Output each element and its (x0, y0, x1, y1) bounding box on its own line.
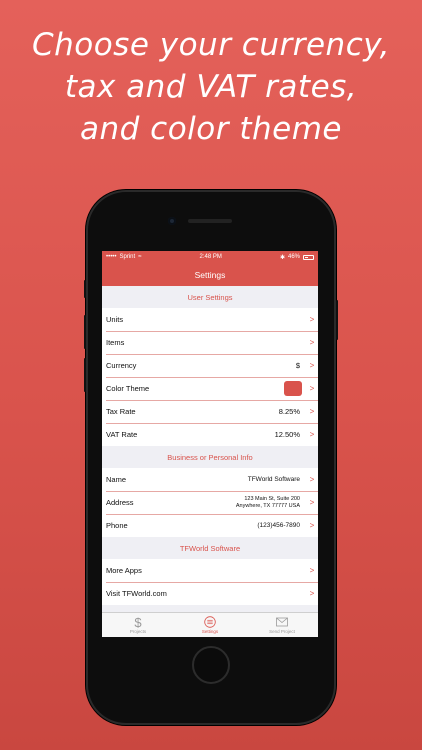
tax-rate-value: 8.25% (278, 407, 300, 416)
row-label: Visit TFWorld.com (106, 589, 167, 598)
row-label: Units (106, 315, 124, 324)
tab-label: Settings (201, 629, 219, 634)
address-line-1: 123 Main St, Suite 200 (244, 495, 300, 502)
items-row[interactable]: Items > (102, 331, 318, 354)
more-apps-row[interactable]: More Apps > (102, 559, 318, 582)
tab-send-project[interactable]: Send Project (246, 613, 318, 637)
front-camera (168, 217, 176, 225)
chevron-right-icon: > (309, 498, 315, 507)
units-row[interactable]: Units > (102, 308, 318, 331)
business-name-value: TFWorld Software (247, 476, 300, 483)
vat-rate-value: 12.50% (274, 430, 300, 439)
row-label: Color Theme (106, 384, 150, 393)
tax-rate-row[interactable]: Tax Rate 8.25% > (102, 400, 318, 423)
signal-icon: ••••• (106, 254, 117, 260)
list-icon (204, 616, 216, 628)
section-title: TFWorld Software (179, 543, 241, 553)
section-title: User Settings (187, 292, 233, 302)
mute-switch (84, 280, 86, 298)
headline-line-1: Choose your currency, (31, 27, 391, 63)
section-header-tfworld: TFWorld Software (102, 537, 318, 559)
tab-label: Projects (129, 629, 147, 634)
section-title: Business or Personal Info (167, 452, 253, 462)
row-label: More Apps (106, 566, 142, 575)
power-button (336, 300, 338, 340)
carrier-label: Sprint (119, 254, 136, 260)
chevron-right-icon: > (309, 521, 315, 530)
svg-text:$: $ (134, 616, 142, 628)
nav-bar: Settings (102, 263, 318, 286)
envelope-icon (276, 617, 288, 627)
volume-down-button (84, 358, 86, 392)
row-label: Tax Rate (106, 407, 136, 416)
page-title: Settings (194, 269, 226, 280)
phone-value: (123)456-7890 (257, 522, 300, 529)
currency-row[interactable]: Currency $ > (102, 354, 318, 377)
phone-frame: ••••• Sprint ≈ 2:48 PM ✱ 46% Settings Us… (84, 190, 338, 725)
chevron-right-icon: > (309, 338, 315, 347)
promo-headline: Choose your currency, tax and VAT rates,… (0, 24, 422, 150)
tab-label: Send Project (269, 629, 295, 634)
section-header-business-info: Business or Personal Info (102, 446, 318, 468)
chevron-right-icon: > (309, 589, 315, 598)
currency-value: $ (295, 361, 300, 370)
row-label: Items (106, 338, 125, 347)
battery-percent: 46% (287, 254, 300, 260)
status-time: 2:48 PM (199, 254, 222, 260)
tab-bar: $ Projects Settings Send Project (102, 612, 318, 637)
status-bar: ••••• Sprint ≈ 2:48 PM ✱ 46% (102, 251, 318, 263)
chevron-right-icon: > (309, 475, 315, 484)
chevron-right-icon: > (309, 407, 315, 416)
wifi-icon: ≈ (138, 254, 142, 260)
section-header-user-settings: User Settings (102, 286, 318, 308)
color-theme-swatch (284, 381, 302, 396)
user-settings-group: Units > Items > Currency $ > Color Theme… (102, 308, 318, 446)
chevron-right-icon: > (309, 384, 315, 393)
address-row[interactable]: Address 123 Main St, Suite 200 Anywhere,… (102, 491, 318, 514)
battery-icon (303, 254, 314, 260)
headline-line-3: and color theme (79, 111, 342, 147)
tab-projects[interactable]: $ Projects (102, 613, 174, 637)
chevron-right-icon: > (309, 315, 315, 324)
address-line-2: Anywhere, TX 77777 USA (235, 502, 300, 509)
bluetooth-icon: ✱ (279, 254, 285, 261)
home-button[interactable] (192, 646, 230, 684)
chevron-right-icon: > (309, 361, 315, 370)
address-value: 123 Main St, Suite 200 Anywhere, TX 7777… (236, 496, 300, 510)
phone-row[interactable]: Phone (123)456-7890 > (102, 514, 318, 537)
chevron-right-icon: > (309, 566, 315, 575)
earpiece-speaker (188, 219, 232, 223)
row-label: Currency (106, 361, 137, 370)
headline-line-2: tax and VAT rates, (64, 69, 358, 105)
tab-settings[interactable]: Settings (174, 613, 246, 637)
row-label: Phone (106, 521, 128, 530)
dollar-icon: $ (134, 616, 142, 628)
business-info-group: Name TFWorld Software > Address 123 Main… (102, 468, 318, 537)
row-label: Name (106, 475, 127, 484)
row-label: Address (106, 498, 134, 507)
row-label: VAT Rate (106, 430, 138, 439)
color-theme-row[interactable]: Color Theme > (102, 377, 318, 400)
visit-website-row[interactable]: Visit TFWorld.com > (102, 582, 318, 605)
vat-rate-row[interactable]: VAT Rate 12.50% > (102, 423, 318, 446)
volume-up-button (84, 315, 86, 349)
phone-screen: ••••• Sprint ≈ 2:48 PM ✱ 46% Settings Us… (102, 251, 318, 637)
chevron-right-icon: > (309, 430, 315, 439)
name-row[interactable]: Name TFWorld Software > (102, 468, 318, 491)
tfworld-group: More Apps > Visit TFWorld.com > (102, 559, 318, 605)
